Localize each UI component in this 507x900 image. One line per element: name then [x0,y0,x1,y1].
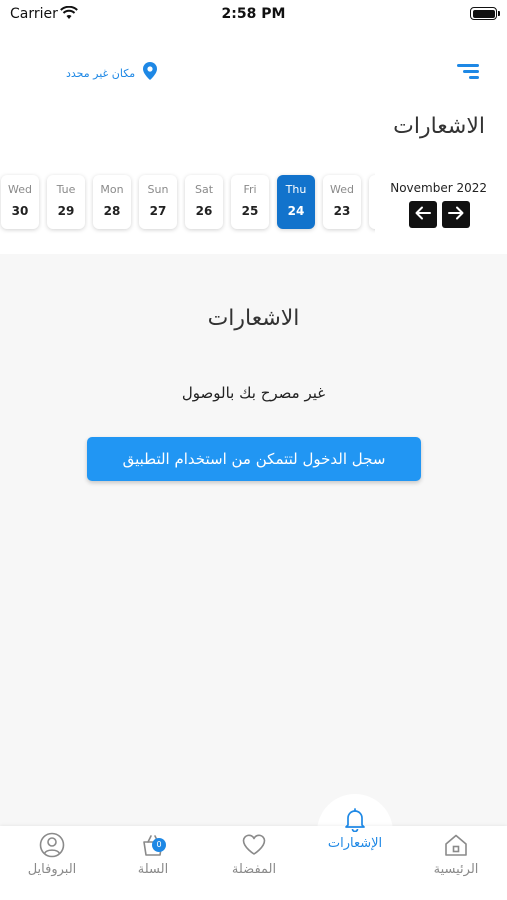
tab-label: الإشعارات [327,836,383,851]
location-label: مكان غير محدد [66,66,136,80]
page-title: الاشعارات [393,114,485,139]
day-name: Thu [285,183,307,196]
day-name: Sat [194,183,214,196]
day-card[interactable]: Sun 27 [139,175,177,229]
tab-cart[interactable]: 0 السلة [108,826,198,900]
day-date: 23 [333,204,351,218]
day-name: Sun [147,183,169,196]
day-card[interactable]: Wed 30 [1,175,39,229]
day-name: Wed [330,183,354,196]
month-label: November 2022 [390,181,487,195]
tab-label: السلة [137,862,169,877]
arrow-left-icon [415,205,431,224]
day-card-selected[interactable]: Thu 24 [277,175,315,229]
tab-profile[interactable]: البروفايل [7,826,97,900]
arrow-right-icon [448,205,464,224]
day-date: 28 [103,204,121,218]
day-card[interactable]: Tue 29 [47,175,85,229]
prev-week-button[interactable] [409,201,437,228]
location-pin-icon [143,62,158,84]
day-card[interactable]: Sat 26 [185,175,223,229]
heart-icon [241,832,267,858]
day-name: Fri [243,183,257,196]
day-name: Wed [8,183,32,196]
day-card-partial[interactable] [369,175,375,229]
bottom-nav: البروفايل 0 السلة المفضلة الإشعارات الرئ… [0,808,507,900]
tab-notifications[interactable]: الإشعارات [310,808,400,900]
tab-favorites[interactable]: المفضلة [209,826,299,900]
location-selector[interactable]: مكان غير محدد [66,62,158,84]
login-button[interactable]: سجل الدخول لتتمكن من استخدام التطبيق [87,437,421,481]
day-date: 27 [149,204,167,218]
day-date: 30 [11,204,29,218]
home-icon [443,832,469,858]
day-date: 25 [241,204,259,218]
bell-icon [342,806,368,833]
day-name: Mon [100,183,124,196]
day-card[interactable]: Fri 25 [231,175,269,229]
next-week-button[interactable] [442,201,470,228]
day-date: 29 [57,204,75,218]
profile-icon [39,832,65,858]
cart-badge: 0 [152,838,166,852]
section-title: الاشعارات [207,306,300,331]
notifications-content: الاشعارات غير مصرح بك بالوصول سجل الدخول… [0,254,507,826]
battery-icon [470,7,500,20]
clock: 2:58 PM [221,6,286,22]
tab-label: البروفايل [27,862,77,877]
day-name: Tue [56,183,76,196]
day-date: 24 [287,204,305,218]
day-card[interactable]: Mon 28 [93,175,131,229]
date-strip[interactable]: Wed 30 Tue 29 Mon 28 Sun 27 Sat 26 Fri 2… [0,168,375,238]
tab-home[interactable]: الرئيسية [411,826,501,900]
tab-label: المفضلة [231,862,277,877]
tab-label: الرئيسية [433,862,479,877]
menu-icon[interactable] [457,64,479,80]
day-date: 26 [195,204,213,218]
status-bar: Carrier 2:58 PM [0,0,507,28]
day-card[interactable]: Wed 23 [323,175,361,229]
unauthorized-message: غير مصرح بك بالوصول [181,384,326,402]
